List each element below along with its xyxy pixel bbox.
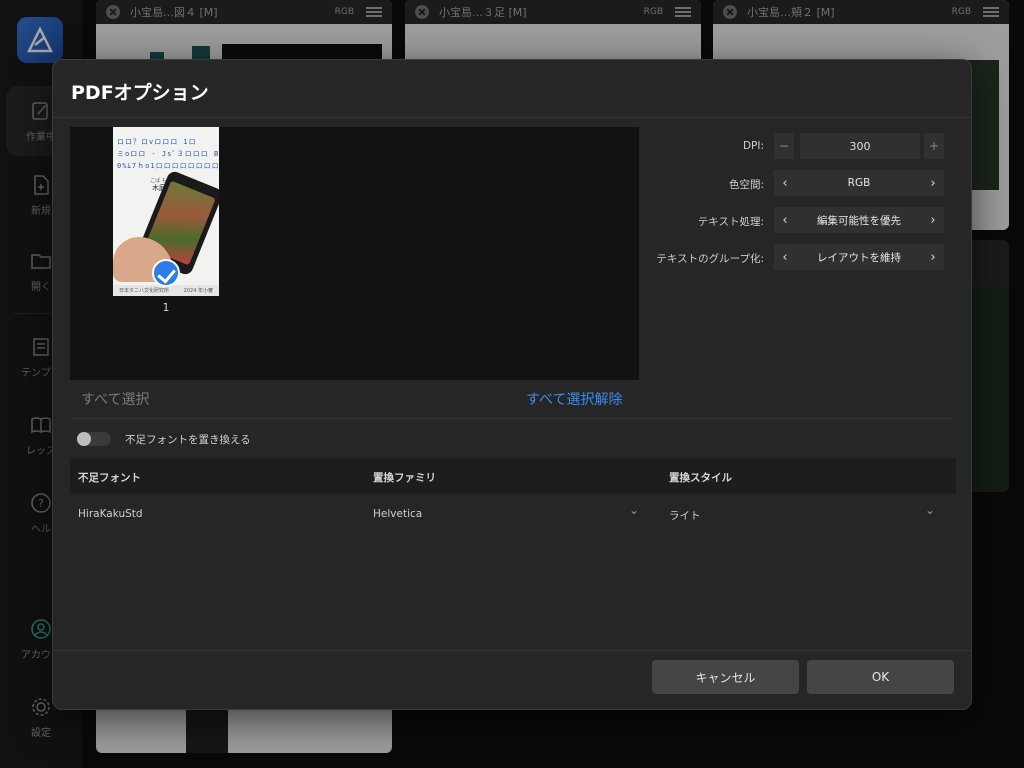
thumbnail-footer-right: 2024 年小審 xyxy=(183,288,213,294)
replace-fonts-label: 不足フォントを置き換える xyxy=(125,434,251,446)
column-header-replacement-style: 置換スタイル xyxy=(669,472,732,484)
color-space-label: 色空間: xyxy=(728,179,764,191)
text-handling-selector[interactable]: ‹ 編集可能性を優先 › xyxy=(774,207,944,233)
divider xyxy=(70,418,954,419)
thumbnail-text-line: ミoロロ - Jsﾟ３ロロロ BSUD xyxy=(117,150,219,158)
column-header-replacement-family: 置換ファミリ xyxy=(373,472,436,484)
dpi-decrement-button[interactable]: − xyxy=(774,133,794,159)
deselect-all-button[interactable]: すべて選択解除 xyxy=(526,389,622,409)
dpi-increment-button[interactable]: + xyxy=(924,133,944,159)
divider xyxy=(53,650,971,651)
missing-font-name: HiraKakuStd xyxy=(78,508,143,520)
text-grouping-value: レイアウトを維持 xyxy=(817,251,901,264)
cancel-button[interactable]: キャンセル xyxy=(652,660,799,694)
replace-fonts-toggle[interactable] xyxy=(77,432,111,446)
chevron-down-icon[interactable]: ⌄ xyxy=(925,503,935,517)
replacement-style-dropdown[interactable]: ライト xyxy=(669,508,701,523)
color-space-selector[interactable]: ‹ RGB › xyxy=(774,170,944,196)
chevron-right-icon[interactable]: › xyxy=(928,244,938,270)
color-space-value: RGB xyxy=(847,177,871,189)
select-all-button[interactable]: すべて選択 xyxy=(81,389,149,409)
chevron-left-icon[interactable]: ‹ xyxy=(780,207,790,233)
pdf-options-dialog: PDFオプション ロロ？ロvロロロ 1ロ ミoロロ - Jsﾟ３ロロロ BSUD… xyxy=(52,59,972,710)
toggle-knob xyxy=(77,432,91,446)
checkmark-icon[interactable] xyxy=(152,259,180,287)
chevron-right-icon[interactable]: › xyxy=(928,170,938,196)
text-handling-value: 編集可能性を優先 xyxy=(817,214,901,227)
text-grouping-label: テキストのグループ化: xyxy=(656,253,764,265)
dpi-value-field[interactable]: 300 xyxy=(800,133,920,159)
page-number: 1 xyxy=(162,301,170,314)
dpi-label: DPI: xyxy=(742,140,764,152)
text-grouping-selector[interactable]: ‹ レイアウトを維持 › xyxy=(774,244,944,270)
page-preview-panel: ロロ？ロvロロロ 1ロ ミoロロ - Jsﾟ３ロロロ BSUD 0%ﾑ7ｈo1ロ… xyxy=(70,127,639,380)
thumbnail-footer-left: 日本タニハ文化研究所 xyxy=(119,288,170,294)
font-table-header: 不足フォント 置換ファミリ 置換スタイル xyxy=(70,458,956,494)
text-handling-label: テキスト処理: xyxy=(697,216,764,228)
thumbnail-text-line: 0%ﾑ7ｈo1ロロロロロロロロロロ xyxy=(117,162,219,170)
ok-button[interactable]: OK xyxy=(807,660,954,694)
divider xyxy=(53,117,971,118)
column-header-missing-font: 不足フォント xyxy=(78,472,141,484)
chevron-right-icon[interactable]: › xyxy=(928,207,938,233)
thumbnail-text-line: ロロ？ロvロロロ 1ロ xyxy=(117,138,197,146)
chevron-left-icon[interactable]: ‹ xyxy=(780,244,790,270)
replacement-family-dropdown[interactable]: Helvetica xyxy=(373,508,422,520)
chevron-down-icon[interactable]: ⌄ xyxy=(629,503,639,517)
dialog-title: PDFオプション xyxy=(71,82,209,104)
chevron-left-icon[interactable]: ‹ xyxy=(780,170,790,196)
page-thumbnail[interactable]: ロロ？ロvロロロ 1ロ ミoロロ - Jsﾟ３ロロロ BSUD 0%ﾑ7ｈo1ロ… xyxy=(113,127,219,296)
